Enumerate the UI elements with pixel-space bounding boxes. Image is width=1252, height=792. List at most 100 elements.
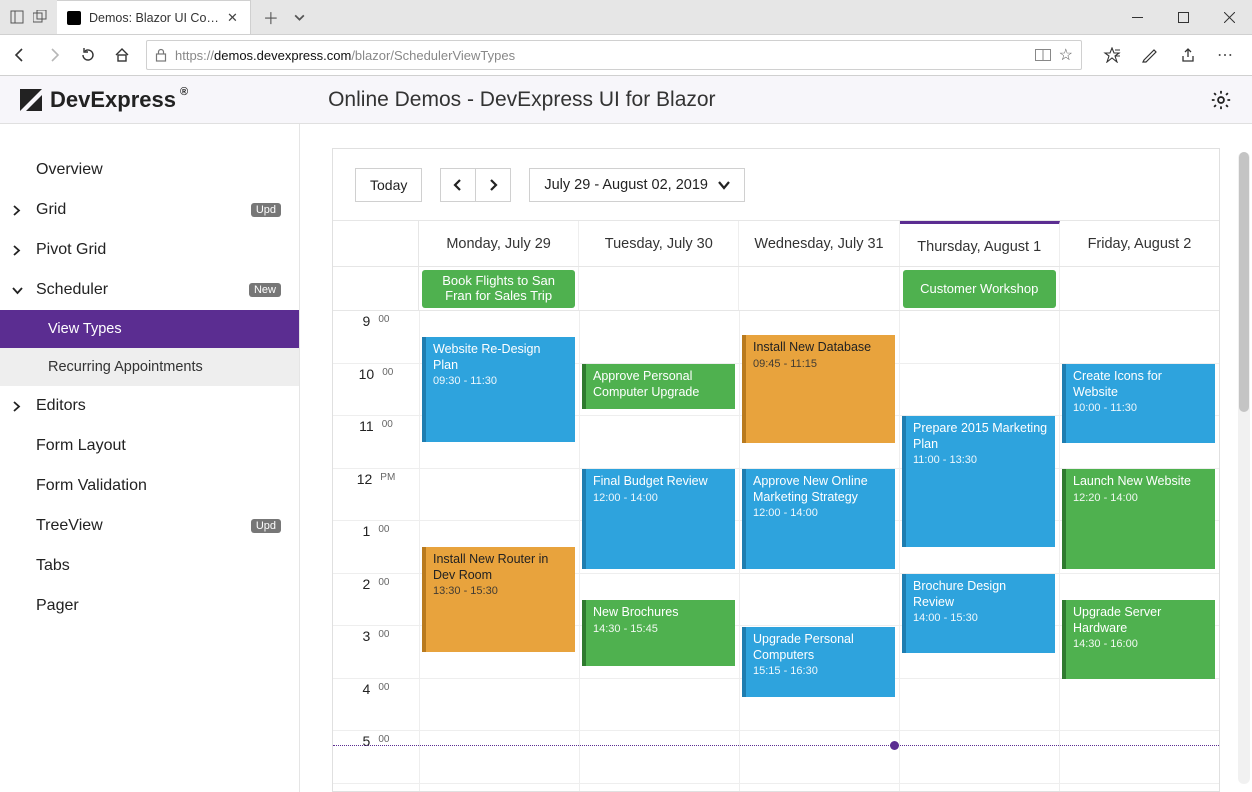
hour-label: 1000 [333,364,419,417]
chevron-icon [12,286,26,295]
prev-button[interactable] [440,168,475,202]
day-header[interactable]: Wednesday, July 31 [739,221,898,267]
sidebar-item[interactable]: Editors [0,386,299,426]
window-close-icon[interactable] [1206,0,1252,34]
page-title: Online Demos - DevExpress UI for Blazor [328,88,715,112]
sidebar-subitem[interactable]: Recurring Appointments [0,348,299,386]
badge: New [249,283,281,297]
sidebar-item[interactable]: ·Overview [0,150,299,190]
sidebar-item-label: Form Layout [36,437,126,455]
brand[interactable]: DevExpress® [20,87,192,113]
day-column[interactable]: Install New Database09:45 - 11:15 Approve… [739,311,899,791]
calendar-event[interactable]: Prepare 2015 Marketing Plan11:00 - 13:30 [902,416,1055,547]
brand-text: DevExpress [50,87,176,113]
date-range-label: July 29 - August 02, 2019 [544,177,708,193]
day-header[interactable]: Monday, July 29 [419,221,578,267]
allday-event[interactable]: Customer Workshop [903,270,1056,308]
hour-label: 400 [333,679,419,732]
badge: Upd [251,519,281,533]
window-maximize-icon[interactable] [1160,0,1206,34]
sidebar-item-label: Editors [36,397,86,415]
next-button[interactable] [475,168,511,202]
calendar-event[interactable]: Final Budget Review12:00 - 14:00 [582,469,735,569]
window-minimize-icon[interactable] [1114,0,1160,34]
hour-label: 500 [333,731,419,784]
sidebar-item[interactable]: ·Pager [0,586,299,626]
new-tab-icon[interactable]: ＋ [263,5,279,29]
address-bar[interactable]: https://demos.devexpress.com/blazor/Sche… [146,40,1082,70]
browser-tab[interactable]: Demos: Blazor UI Comp ✕ [57,0,251,34]
calendar-event[interactable]: Install New Database09:45 - 11:15 [742,335,895,443]
scrollbar[interactable] [1238,152,1250,784]
calendar-event[interactable]: Brochure Design Review14:00 - 15:30 [902,574,1055,653]
sidebar-item[interactable]: ·Tabs [0,546,299,586]
calendar-event[interactable]: Website Re-Design Plan09:30 - 11:30 [422,337,575,442]
calendar-event[interactable]: Install New Router in Dev Room13:30 - 15… [422,547,575,652]
allday-event[interactable]: Book Flights to San Fran for Sales Trip [422,270,575,308]
scheduler-card: Today July 29 - August 02, 2019 Monday, … [332,148,1220,792]
sidebar-toggle-icon[interactable] [10,10,24,24]
calendar-event[interactable]: Approve New Online Marketing Strategy12:… [742,469,895,569]
scheduler-toolbar: Today July 29 - August 02, 2019 [333,149,1219,221]
tab-title: Demos: Blazor UI Comp [89,11,219,25]
chevron-icon [12,245,26,256]
sidebar-item[interactable]: ·Form Validation [0,466,299,506]
favorite-star-icon[interactable]: ☆ [1059,45,1073,65]
sidebar-item-label: Pager [36,597,79,615]
hour-label: 300 [333,626,419,679]
window-quick-icons [0,0,57,34]
tab-chevron-icon[interactable] [293,11,306,24]
page-header: DevExpress® Online Demos - DevExpress UI… [0,76,1252,124]
tabs-overview-icon[interactable] [33,10,47,24]
calendar-event[interactable]: Approve Personal Computer Upgrade [582,364,735,409]
sidebar-item-label: Pivot Grid [36,241,106,259]
day-header[interactable]: Thursday, August 1 [900,224,1059,270]
calendar-event[interactable]: Launch New Website12:20 - 14:00 [1062,469,1215,569]
sidebar-item[interactable]: ·TreeViewUpd [0,506,299,546]
share-icon[interactable] [1178,45,1198,65]
calendar-event[interactable]: Create Icons for Website10:00 - 11:30 [1062,364,1215,443]
reading-view-icon[interactable] [1035,49,1051,61]
date-range-picker[interactable]: July 29 - August 02, 2019 [529,168,745,202]
nav-forward-icon [44,45,64,65]
sidebar-item-label: TreeView [36,517,103,535]
sidebar-item[interactable]: GridUpd [0,190,299,230]
chevron-icon [12,401,26,412]
sidebar-item[interactable]: Pivot Grid [0,230,299,270]
sidebar-subitem[interactable]: View Types [0,310,299,348]
day-column[interactable]: Website Re-Design Plan09:30 - 11:30 Insta… [419,311,579,791]
more-icon[interactable]: ⋯ [1216,45,1236,65]
hour-label: 1100 [333,416,419,469]
time-gutter: 9001000110012PM100200300400500 [333,311,419,791]
day-column[interactable]: Prepare 2015 Marketing Plan11:00 - 13:30… [899,311,1059,791]
brand-logo-icon [20,89,42,111]
calendar-event[interactable]: Upgrade Server Hardware14:30 - 16:00 [1062,600,1215,679]
nav-refresh-icon[interactable] [78,45,98,65]
day-header[interactable]: Friday, August 2 [1060,221,1219,267]
nav-back-icon[interactable] [10,45,30,65]
calendar-event[interactable]: New Brochures14:30 - 15:45 [582,600,735,666]
settings-gear-icon[interactable] [1210,89,1232,111]
day-header[interactable]: Tuesday, July 30 [579,221,738,267]
sidebar-item-label: Form Validation [36,477,147,495]
nav-home-icon[interactable] [112,45,132,65]
main-panel: Today July 29 - August 02, 2019 Monday, … [300,124,1252,792]
tab-close-icon[interactable]: ✕ [227,10,238,26]
notes-icon[interactable] [1140,45,1160,65]
today-button[interactable]: Today [355,168,422,202]
sidebar-item-label: Grid [36,201,66,219]
url-text: https://demos.devexpress.com/blazor/Sche… [175,48,1027,63]
sidebar-item-label: Scheduler [36,281,108,299]
calendar-event[interactable]: Upgrade Personal Computers15:15 - 16:30 [742,627,895,697]
day-column[interactable]: Create Icons for Website10:00 - 11:30 Lau… [1059,311,1219,791]
hour-label: 200 [333,574,419,627]
day-column[interactable]: Approve Personal Computer Upgrade Final B… [579,311,739,791]
favorites-list-icon[interactable] [1102,45,1122,65]
now-indicator [333,745,1219,746]
lock-icon [155,48,167,62]
chevron-icon [12,205,26,216]
sidebar-item[interactable]: ·Form Layout [0,426,299,466]
hour-label: 900 [333,311,419,364]
browser-chrome: Demos: Blazor UI Comp ✕ ＋ https://demos.… [0,0,1252,76]
sidebar-item[interactable]: Scheduler New [0,270,299,310]
